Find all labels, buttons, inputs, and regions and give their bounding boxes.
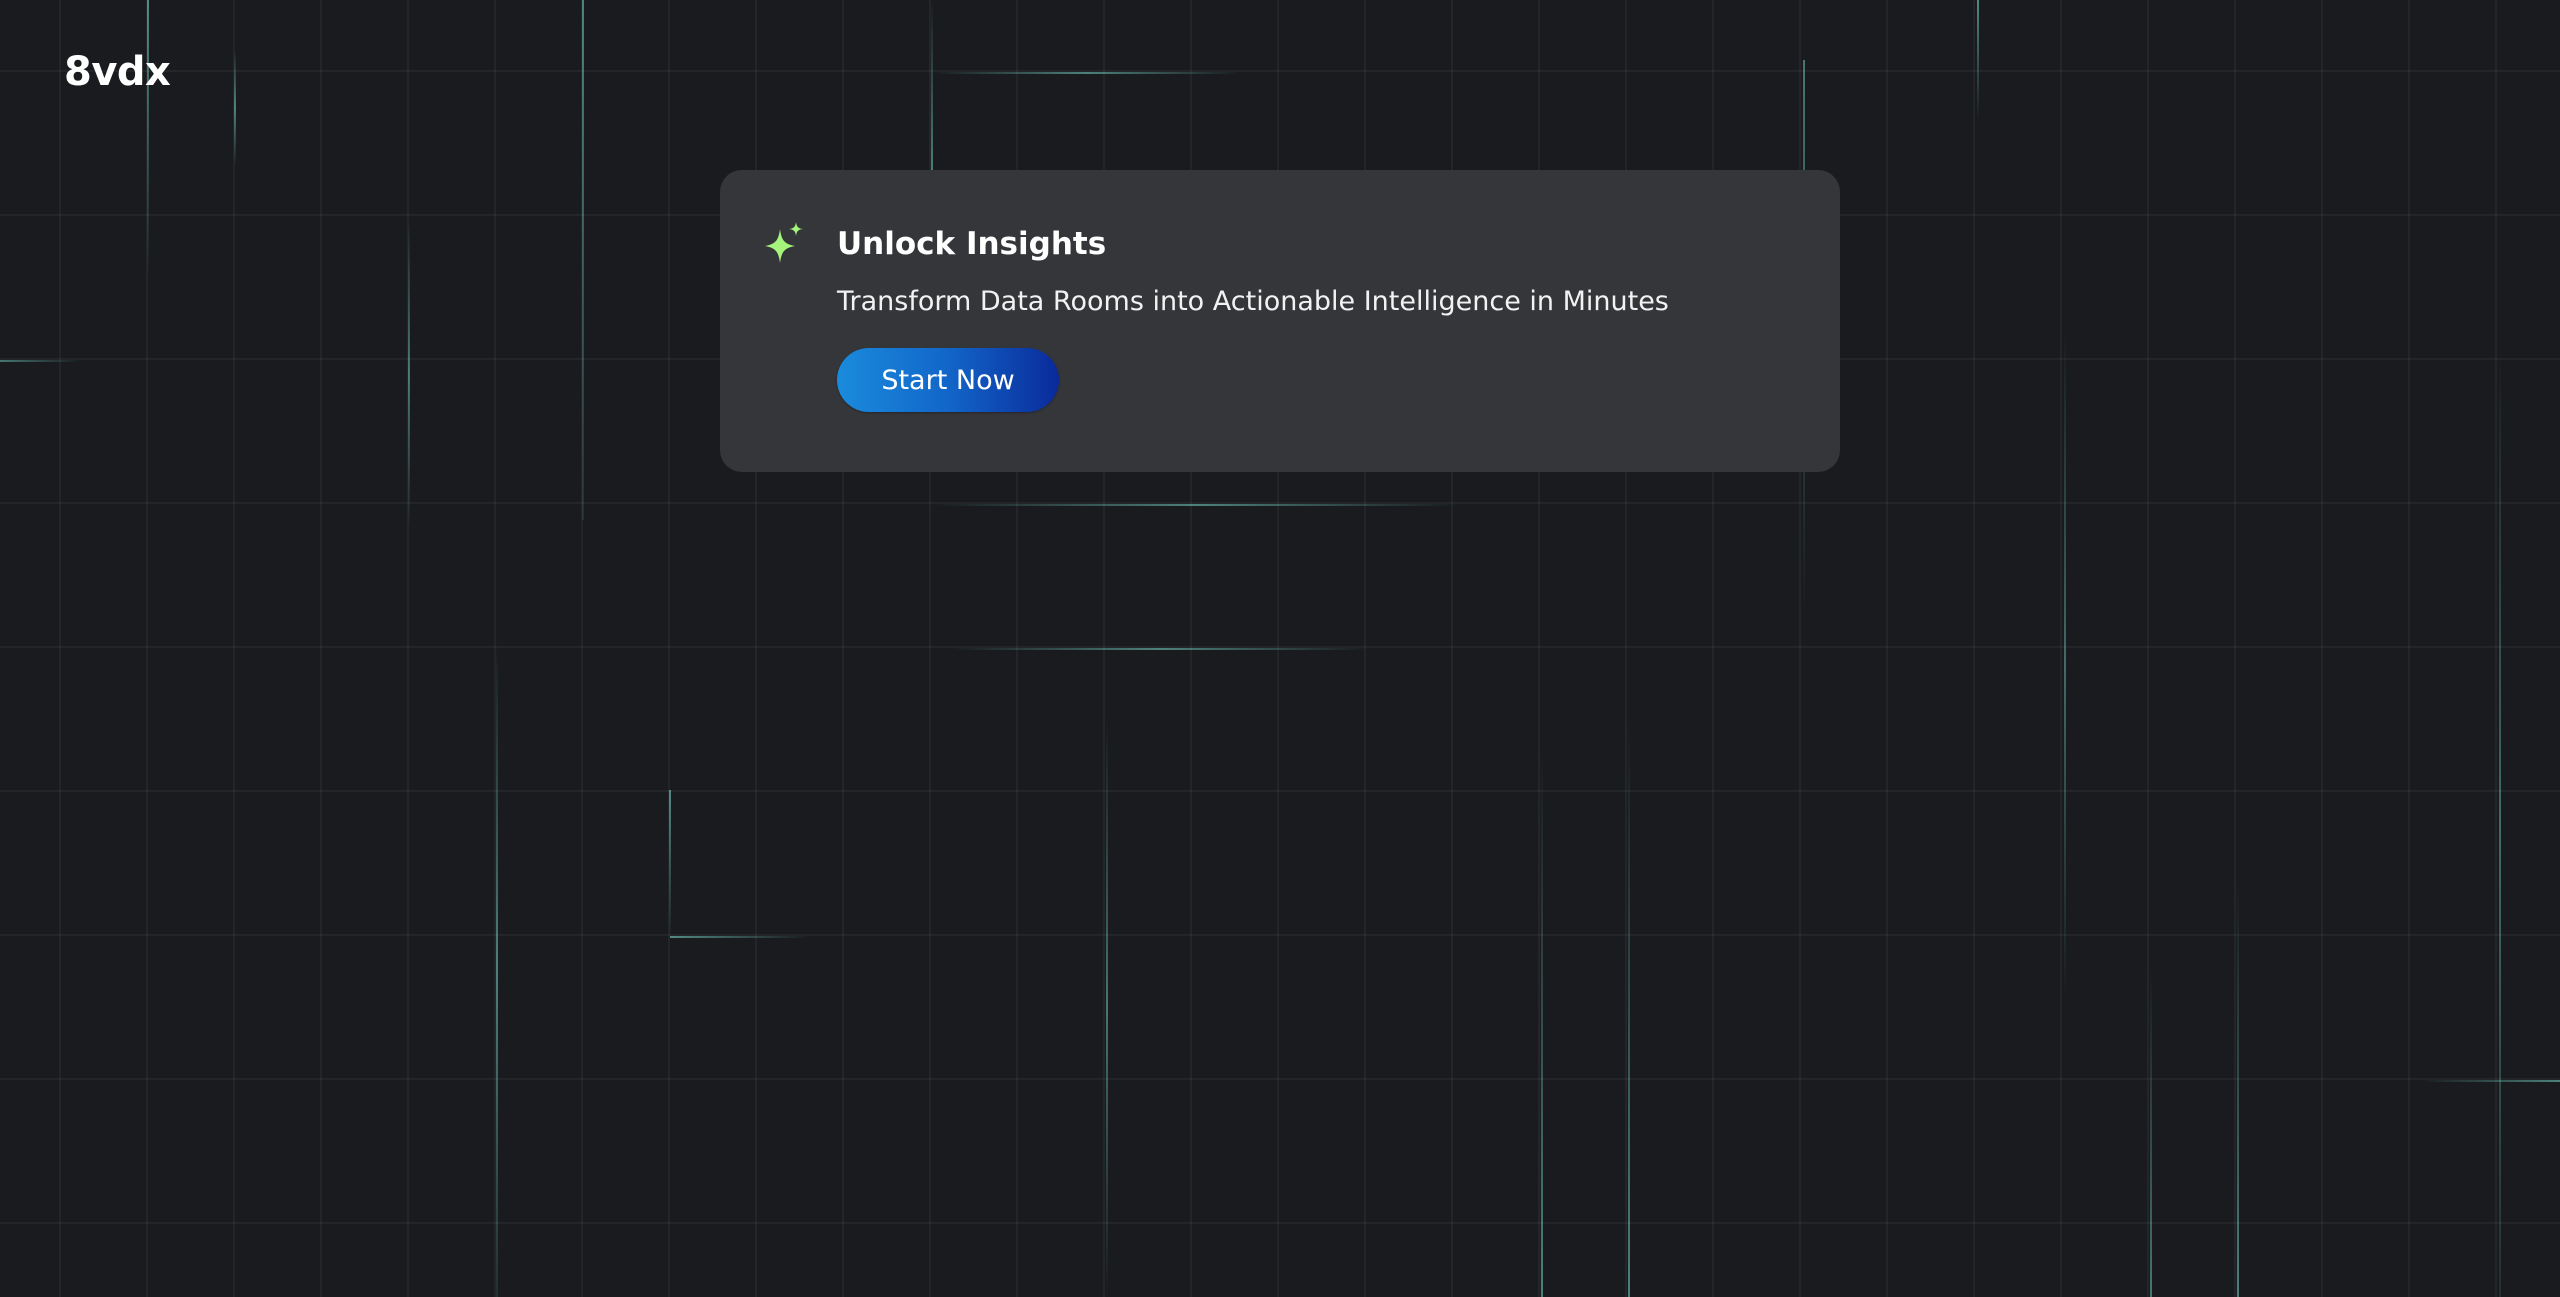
glow-line	[2420, 1080, 2560, 1082]
glow-line	[234, 50, 236, 165]
card-title: Unlock Insights	[837, 226, 1107, 262]
glow-line	[932, 504, 1462, 506]
brand-logo[interactable]: 8vdx	[64, 52, 171, 92]
glow-line	[2064, 330, 2066, 1000]
glow-line	[931, 0, 933, 175]
glow-line	[2150, 970, 2152, 1297]
sparkle-icon	[760, 220, 808, 268]
glow-line	[582, 0, 584, 520]
glow-line	[1628, 720, 1630, 1297]
card-subtitle: Transform Data Rooms into Actionable Int…	[837, 286, 1669, 317]
glow-line	[1977, 0, 1979, 120]
glow-line	[0, 360, 80, 362]
glow-line	[670, 936, 810, 938]
glow-line	[932, 72, 1242, 74]
glow-line	[669, 790, 671, 940]
promo-card: Unlock Insights Transform Data Rooms int…	[720, 170, 1840, 472]
glow-line	[2499, 350, 2501, 1297]
glow-line	[1541, 750, 1543, 1297]
glow-line	[147, 0, 149, 280]
glow-line	[1106, 720, 1108, 1297]
glow-line	[2237, 880, 2239, 1297]
start-now-button[interactable]: Start Now	[837, 348, 1059, 412]
glow-line	[496, 640, 498, 1297]
glow-line	[408, 220, 410, 530]
glow-line	[950, 648, 1370, 650]
